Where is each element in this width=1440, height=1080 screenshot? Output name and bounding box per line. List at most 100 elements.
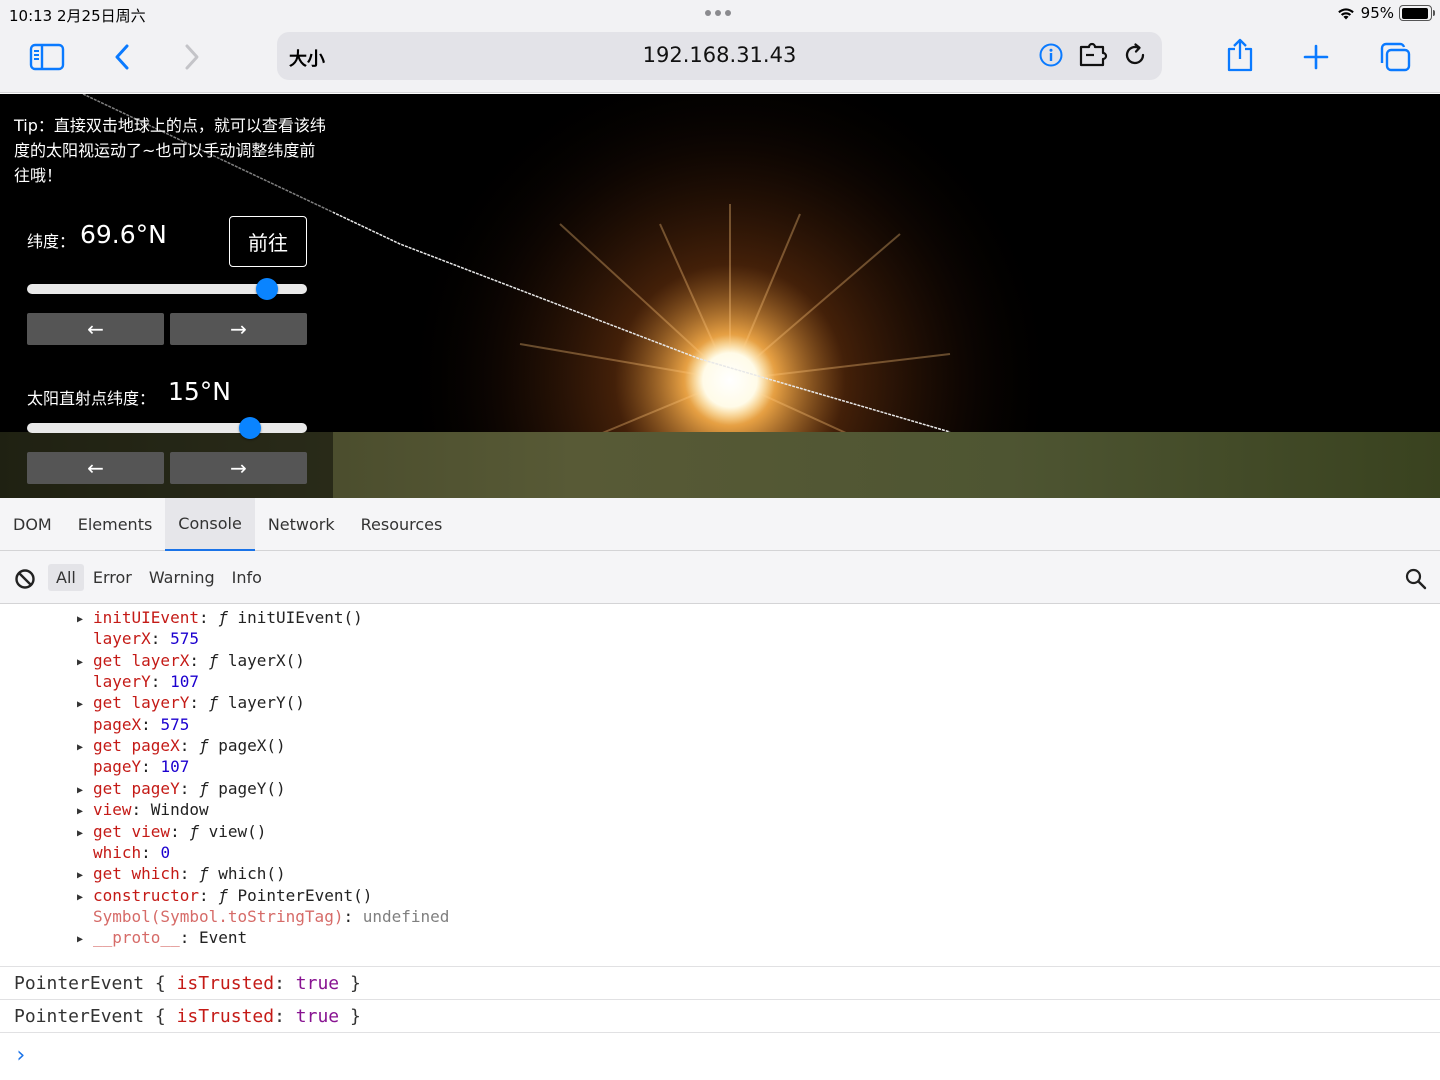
status-right: 95% <box>1336 4 1435 22</box>
tree-row[interactable]: ▶ get layerY: ƒ layerY() <box>77 692 305 713</box>
filter-warning[interactable]: Warning <box>141 564 223 591</box>
log-suffix: } <box>339 973 361 994</box>
tab-network[interactable]: Network <box>255 498 348 551</box>
tree-row[interactable]: ▶ get pageX: ƒ pageX() <box>77 735 286 756</box>
log-prefix: PointerEvent { <box>14 1006 177 1027</box>
tab-dom[interactable]: DOM <box>0 498 65 551</box>
expand-triangle-icon[interactable]: ▶ <box>77 780 93 801</box>
forward-icon[interactable] <box>178 42 206 72</box>
status-time-date: 10:13 2月25日周六 <box>9 7 146 25</box>
tree-row[interactable]: ▶ constructor: ƒ PointerEvent() <box>77 885 372 906</box>
expand-triangle-icon[interactable]: ▶ <box>77 801 93 822</box>
sun-latitude-increase-button[interactable]: → <box>170 452 307 484</box>
tab-elements[interactable]: Elements <box>65 498 166 551</box>
multitasking-dots-icon[interactable] <box>705 10 731 16</box>
property-key: get layerX <box>93 650 190 670</box>
property-separator: : <box>150 672 171 692</box>
go-button[interactable]: 前往 <box>229 216 307 267</box>
property-value: pageY() <box>208 778 286 798</box>
console-output: › ▶ initUIEvent: ƒ initUIEvent() layerX: 5… <box>0 605 1440 1080</box>
tree-row: Symbol(Symbol.toStringTag): undefined <box>77 906 449 927</box>
property-key: pageX <box>93 714 142 734</box>
expand-triangle-icon[interactable]: ▶ <box>77 694 93 715</box>
console-prompt-icon[interactable]: › <box>14 1043 27 1068</box>
tip-text: Tip：直接双击地球上的点，就可以查看该纬度的太阳视运动了~也可以手动调整纬度前… <box>14 116 326 185</box>
property-number: 0 <box>160 842 171 862</box>
property-key: which <box>93 842 142 862</box>
property-value: Window <box>150 800 209 820</box>
latitude-increase-button[interactable]: → <box>170 313 307 345</box>
sidebar-toggle-icon[interactable] <box>28 42 66 72</box>
address-bar-icons <box>1038 42 1148 68</box>
url-text[interactable]: 192.168.31.43 <box>277 43 1162 67</box>
property-separator: : <box>179 778 199 798</box>
battery-percent: 95% <box>1360 4 1394 22</box>
property-separator: : <box>343 906 363 926</box>
sun-latitude-slider-thumb[interactable] <box>239 417 262 439</box>
property-key: pageY <box>93 757 142 777</box>
property-key: __proto__ <box>93 928 180 948</box>
info-icon[interactable] <box>1038 42 1064 68</box>
reload-icon[interactable] <box>1122 42 1148 68</box>
log-key: isTrusted <box>176 973 275 994</box>
filter-error[interactable]: Error <box>85 564 140 591</box>
tree-row[interactable]: ▶ get pageY: ƒ pageY() <box>77 778 286 799</box>
tab-console[interactable]: Console <box>165 498 255 551</box>
search-icon[interactable] <box>1404 567 1428 591</box>
expand-triangle-icon[interactable]: ▶ <box>77 865 93 886</box>
tree-row: layerX: 575 <box>77 628 199 649</box>
back-icon[interactable] <box>108 42 136 72</box>
function-glyph: ƒ <box>198 736 209 756</box>
share-icon[interactable] <box>1224 36 1256 74</box>
property-value: layerX() <box>218 650 305 670</box>
property-separator: : <box>141 757 161 777</box>
extension-icon[interactable] <box>1078 42 1108 68</box>
expand-triangle-icon[interactable]: ▶ <box>77 652 93 673</box>
sun-latitude-decrease-button[interactable]: ← <box>27 452 164 484</box>
browser-toolbar: 大小 192.168.31.43 <box>0 28 1440 93</box>
status-bar: 10:13 2月25日周六 95% <box>0 0 1440 28</box>
property-key: layerX <box>93 629 151 649</box>
sun-latitude-slider[interactable] <box>27 417 307 439</box>
console-log-entry[interactable]: PointerEvent { isTrusted: true } <box>0 999 1440 1032</box>
property-separator: : <box>141 842 161 862</box>
property-separator: : <box>150 629 171 649</box>
clear-console-icon[interactable] <box>14 568 36 590</box>
tree-row[interactable]: ▶ get which: ƒ which() <box>77 863 286 884</box>
log-separator: : <box>274 1006 296 1027</box>
latitude-slider[interactable] <box>27 278 307 300</box>
tab-resources[interactable]: Resources <box>348 498 456 551</box>
expand-triangle-icon[interactable]: ▶ <box>77 823 93 844</box>
tree-row[interactable]: ▶ __proto__: Event <box>77 927 247 948</box>
filter-all[interactable]: All <box>48 564 84 591</box>
sun-latitude-value: 15°N <box>168 377 232 406</box>
property-key: Symbol(Symbol.toStringTag) <box>93 906 344 926</box>
tree-row[interactable]: ▶ view: Window <box>77 799 209 820</box>
tree-row: which: 0 <box>77 842 170 863</box>
tabs-overview-icon[interactable] <box>1377 40 1413 74</box>
new-tab-icon[interactable] <box>1301 42 1331 72</box>
tree-row: pageX: 575 <box>77 714 189 735</box>
latitude-slider-thumb[interactable] <box>255 278 278 300</box>
property-value: view() <box>198 821 267 841</box>
property-key: initUIEvent <box>93 608 199 627</box>
tree-row[interactable]: ▶ get view: ƒ view() <box>77 821 266 842</box>
latitude-decrease-button[interactable]: ← <box>27 313 164 345</box>
console-filters: All Error Warning Info <box>48 564 270 591</box>
property-separator: : <box>179 736 199 756</box>
console-log-entry[interactable]: PointerEvent { isTrusted: true } <box>0 966 1440 999</box>
latitude-label: 纬度： <box>27 232 76 251</box>
web-page: Tip：直接双击地球上的点，就可以查看该纬度的太阳视运动了~也可以手动调整纬度前… <box>0 94 1440 498</box>
log-key: isTrusted <box>176 1006 275 1027</box>
tree-row[interactable]: ▶ get layerX: ƒ layerX() <box>77 650 305 671</box>
filter-info[interactable]: Info <box>224 564 270 591</box>
expand-triangle-icon[interactable]: ▶ <box>77 887 93 908</box>
property-separator: : <box>131 800 151 820</box>
property-value: which() <box>208 864 286 884</box>
expand-triangle-icon[interactable]: ▶ <box>77 609 93 630</box>
expand-triangle-icon[interactable]: ▶ <box>77 929 93 950</box>
address-bar[interactable]: 大小 192.168.31.43 <box>277 32 1162 80</box>
function-glyph: ƒ <box>208 650 219 670</box>
expand-triangle-icon[interactable]: ▶ <box>77 737 93 758</box>
tree-row[interactable]: ▶ initUIEvent: ƒ initUIEvent() <box>77 607 363 628</box>
